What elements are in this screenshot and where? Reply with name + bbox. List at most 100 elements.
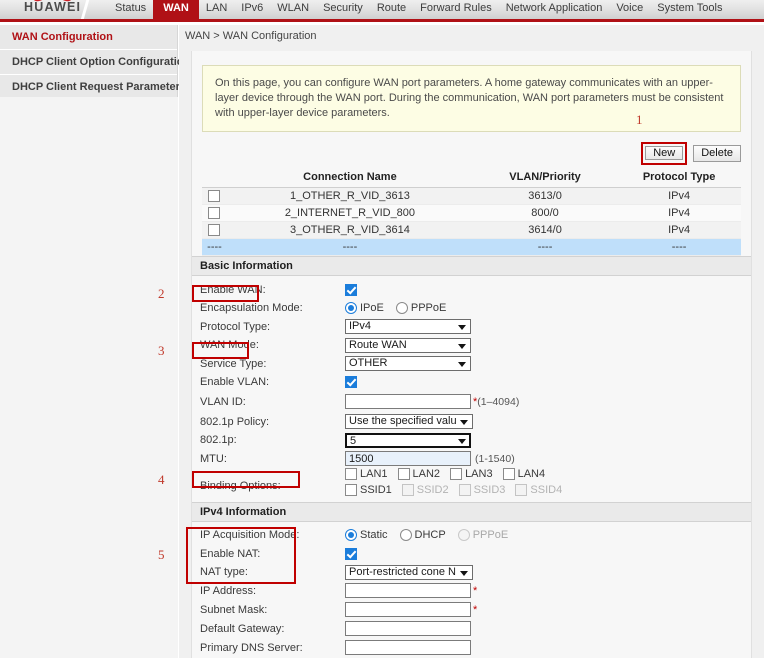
binding-ssid1-checkbox[interactable] xyxy=(345,483,357,496)
sidebar-item-dhcp-client-option-configuration[interactable]: DHCP Client Option Configuration xyxy=(0,50,190,75)
binding-lan2-checkbox[interactable] xyxy=(397,467,410,480)
row-vlan-id: VLAN ID: * (1–4094) xyxy=(192,391,751,412)
enable-wan-checkbox[interactable] xyxy=(345,283,357,296)
breadcrumb: WAN > WAN Configuration xyxy=(179,25,764,47)
sidebar-item-wan-configuration[interactable]: WAN Configuration xyxy=(0,25,177,50)
table-row[interactable]: 2_INTERNET_R_VID_800 800/0 IPv4 xyxy=(202,204,741,223)
annotation-5: 5 xyxy=(158,547,165,562)
enable-nat-checkbox[interactable] xyxy=(345,547,357,560)
nav-item-route[interactable]: Route xyxy=(370,0,413,19)
nav-item-system-tools[interactable]: System Tools xyxy=(650,0,729,19)
delete-button[interactable]: Delete xyxy=(693,144,741,162)
row-select-checkbox[interactable] xyxy=(208,224,221,237)
row-protocol-type: Protocol Type: IPv4 xyxy=(192,317,751,336)
annotation-1: 1 xyxy=(636,112,643,127)
row-subnet-mask: Subnet Mask: * xyxy=(192,600,751,619)
nav-item-security[interactable]: Security xyxy=(316,0,370,19)
table-cell-select[interactable]: ---- xyxy=(202,238,227,257)
table-row[interactable]: 1_OTHER_R_VID_3613 3613/0 IPv4 xyxy=(202,187,741,206)
nav-item-voice[interactable]: Voice xyxy=(609,0,650,19)
8021p-policy-select[interactable]: Use the specified value xyxy=(345,414,473,430)
nav-item-status[interactable]: Status xyxy=(108,0,153,19)
table-cell-select[interactable] xyxy=(202,204,227,223)
wan-mode-select[interactable]: Route WAN xyxy=(345,337,471,353)
main-nav: Status WAN LAN IPv6 WLAN Security Route Forward… xyxy=(108,0,729,19)
service-type-select[interactable]: OTHER xyxy=(345,356,471,372)
label-enable-wan: Enable WAN: xyxy=(200,283,266,296)
binding-lan1-checkbox[interactable] xyxy=(345,467,357,480)
binding-lan2-label: LAN2 xyxy=(412,467,441,480)
table-cell-protocol-type: IPv4 xyxy=(617,187,741,206)
label-default-gateway: Default Gateway: xyxy=(200,622,285,635)
section-ipv4-information: IPv4 Information xyxy=(192,501,751,522)
binding-lan3-label: LAN3 xyxy=(465,467,493,480)
label-wan-mode: WAN Mode: xyxy=(200,339,259,352)
row-enable-wan: Enable WAN: xyxy=(192,280,751,299)
table-cell-select[interactable] xyxy=(202,187,227,206)
nav-item-network-application[interactable]: Network Application xyxy=(499,0,610,19)
nat-type-select[interactable]: Port-restricted cone NAT xyxy=(345,564,473,580)
nav-item-wlan[interactable]: WLAN xyxy=(270,0,316,19)
wan-configuration-panel: On this page, you can configure WAN port… xyxy=(191,51,752,658)
default-gateway-input[interactable] xyxy=(345,621,471,637)
row-binding-options: Binding Options: LAN1 LAN2 LAN3 LAN4 SSID1 S… xyxy=(192,467,751,502)
mtu-input[interactable] xyxy=(345,451,471,467)
label-encapsulation-mode: Encapsulation Mode: xyxy=(200,302,303,315)
ip-acquisition-pppoe-label: PPPoE xyxy=(472,529,509,542)
table-toolbar: New Delete xyxy=(202,138,741,168)
new-button[interactable]: New xyxy=(645,145,684,160)
row-mtu: MTU: (1-1540) xyxy=(192,449,751,468)
label-ip-acquisition-mode: IP Acquisition Mode: xyxy=(200,529,300,542)
table-row[interactable]: 3_OTHER_R_VID_3614 3614/0 IPv4 xyxy=(202,221,741,240)
nav-item-wan[interactable]: WAN xyxy=(153,0,199,19)
row-select-checkbox[interactable] xyxy=(208,207,221,220)
row-ip-address: IP Address: * xyxy=(192,581,751,600)
nav-item-lan[interactable]: LAN xyxy=(199,0,234,19)
ipv4-information-form: IP Acquisition Mode: Static DHCP PPPoE E… xyxy=(192,521,751,658)
table-header-checkbox xyxy=(202,168,227,188)
nav-item-forward-rules[interactable]: Forward Rules xyxy=(413,0,499,19)
ip-acquisition-static-radio[interactable] xyxy=(345,529,357,542)
binding-ssid3-checkbox xyxy=(458,483,471,496)
encapsulation-ipoe-label: IPoE xyxy=(360,302,384,315)
primary-dns-input[interactable] xyxy=(345,640,471,656)
mtu-hint: (1-1540) xyxy=(475,452,515,465)
brand-name: HUAWEI xyxy=(24,0,82,14)
table-cell-select[interactable] xyxy=(202,221,227,240)
label-8021p: 802.1p: xyxy=(200,434,237,447)
binding-ssid-group: SSID1 SSID2 SSID3 SSID4 xyxy=(345,483,572,496)
protocol-type-select[interactable]: IPv4 xyxy=(345,319,471,335)
vlan-id-input[interactable] xyxy=(345,394,471,410)
label-nat-type: NAT type: xyxy=(200,566,248,579)
binding-ssid4-label: SSID4 xyxy=(530,483,563,496)
binding-lan3-checkbox[interactable] xyxy=(450,467,463,480)
row-select-checkbox[interactable] xyxy=(208,190,221,203)
sidebar-item-label: WAN Configuration xyxy=(12,31,113,43)
binding-lan4-checkbox[interactable] xyxy=(502,467,515,480)
binding-lan1-label: LAN1 xyxy=(360,467,388,480)
annotation-2: 2 xyxy=(158,286,165,301)
ip-address-input[interactable] xyxy=(345,583,471,599)
enable-vlan-checkbox[interactable] xyxy=(345,376,357,389)
binding-ssid2-label: SSID2 xyxy=(416,483,449,496)
table-row[interactable]: ---- ---- ---- ---- xyxy=(202,238,741,257)
ip-acquisition-dhcp-radio[interactable] xyxy=(399,529,412,542)
annotation-4: 4 xyxy=(158,472,165,487)
encapsulation-ipoe-radio[interactable] xyxy=(345,302,357,315)
nav-item-ipv6[interactable]: IPv6 xyxy=(234,0,270,19)
binding-ssid4-checkbox xyxy=(515,483,528,496)
table-cell-protocol-type: IPv4 xyxy=(617,204,741,223)
row-default-gateway: Default Gateway: xyxy=(192,619,751,638)
binding-lan4-label: LAN4 xyxy=(517,467,546,480)
table-cell-vlan-priority: 3614/0 xyxy=(472,221,618,240)
protocol-type-select-wrap: IPv4 xyxy=(345,319,471,335)
binding-ssid2-checkbox xyxy=(401,483,414,496)
label-vlan-id: VLAN ID: xyxy=(200,395,246,408)
8021p-select[interactable]: 5 xyxy=(345,432,471,448)
row-encapsulation-mode: Encapsulation Mode: IPoE PPPoE xyxy=(192,299,751,318)
row-wan-mode: WAN Mode: Route WAN xyxy=(192,336,751,355)
encapsulation-pppoe-radio[interactable] xyxy=(395,302,408,315)
8021p-policy-select-wrap: Use the specified value xyxy=(345,414,473,430)
label-ip-address: IP Address: xyxy=(200,584,257,597)
subnet-mask-input[interactable] xyxy=(345,602,471,618)
